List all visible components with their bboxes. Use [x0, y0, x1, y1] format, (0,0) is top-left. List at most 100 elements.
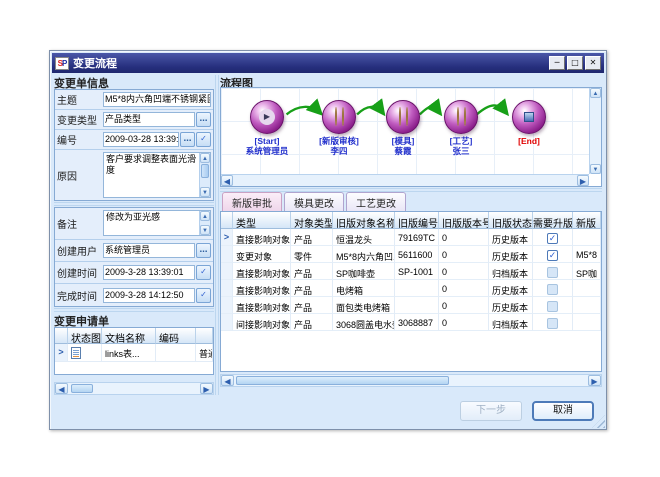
reason-scrollbar[interactable]: ▲ ▼	[199, 153, 210, 197]
needs-upgrade-checkbox[interactable]: ✓	[547, 250, 558, 261]
scroll-down-icon[interactable]: ▼	[590, 164, 601, 174]
meta-form: 备注 修改为亚光感 ▲ ▼ 创建用户 系统管理员 …	[54, 207, 214, 307]
number-input[interactable]: 2009-03-28 13:39:01	[103, 132, 179, 147]
tab-craft-change[interactable]: 工艺更改	[346, 192, 406, 211]
table-row[interactable]: 直接影响对象 产品 面包类电烤箱 0 历史版本	[221, 297, 601, 314]
scroll-down-icon[interactable]: ▼	[200, 225, 210, 235]
status-icon-column[interactable]: 状态图	[68, 328, 102, 344]
flow-hscrollbar[interactable]: ◀ ▶	[221, 174, 589, 186]
finish-time-label: 完成时间	[57, 288, 103, 303]
node-assignee: 李四	[330, 146, 347, 156]
remark-scrollbar[interactable]: ▲ ▼	[199, 211, 210, 235]
reason-textarea[interactable]: 客户要求调整表面光滑度 ▲ ▼	[103, 152, 211, 198]
dialog-client-area: 变更单信息 主题 M5*8内六角凹端不锈钢紧固螺钉 变更类型 产品类型 … 编号…	[54, 75, 602, 425]
subject-input[interactable]: M5*8内六角凹端不锈钢紧固螺钉	[103, 92, 211, 107]
scroll-left-icon[interactable]: ◀	[55, 383, 68, 394]
tab-mold-change[interactable]: 模具更改	[284, 192, 344, 211]
title-bar[interactable]: SP 变更流程 ─ □ ✕	[52, 53, 604, 73]
row-selector	[221, 246, 233, 263]
flow-diagram-canvas[interactable]: ▶ [Start]系统管理员 [新版审核]李四 [模具]蔡霞 [工艺]张三	[220, 87, 602, 187]
impact-table-header: 类型 对象类型 旧版对象名称 旧版编号 旧版版本号 旧版状态 需要升版 新版	[221, 212, 601, 229]
upgrade-column[interactable]: 需要升版	[533, 212, 573, 229]
next-button[interactable]: 下一步	[460, 401, 522, 421]
scroll-right-icon[interactable]: ▶	[200, 383, 213, 394]
number-row: 编号 2009-03-28 13:39:01 … ✓	[55, 130, 213, 150]
dialog-footer: 下一步 取消	[54, 395, 602, 427]
node-label: [新版审核]	[319, 136, 359, 146]
creator-row: 创建用户 系统管理员 …	[55, 240, 213, 262]
old-name-column[interactable]: 旧版对象名称	[333, 212, 395, 229]
flow-node-craft[interactable]: [工艺]张三	[431, 100, 491, 156]
reason-row: 原因 客户要求调整表面光滑度 ▲ ▼	[55, 150, 213, 200]
number-browse-button[interactable]: …	[180, 132, 195, 147]
creator-input[interactable]: 系统管理员	[103, 243, 195, 258]
finish-time-check-button[interactable]: ✓	[196, 288, 211, 303]
request-group-title: 变更申请单	[54, 313, 214, 327]
scroll-up-icon[interactable]: ▲	[200, 153, 210, 163]
scroll-thumb[interactable]	[71, 384, 93, 393]
change-type-label: 变更类型	[57, 112, 103, 127]
needs-upgrade-checkbox[interactable]	[547, 301, 558, 312]
flow-vscrollbar[interactable]: ▲ ▼	[589, 88, 601, 174]
table-row[interactable]: 间接影响对象 产品 3068圆盖电水壶 3068887 0 归档版本	[221, 314, 601, 331]
number-label: 编号	[57, 132, 103, 147]
scroll-thumb[interactable]	[201, 164, 209, 178]
doc-name-cell: links表...	[102, 344, 156, 362]
scroll-right-icon[interactable]: ▶	[588, 375, 601, 386]
request-table-row[interactable]: > links表... 普通	[55, 344, 213, 362]
creator-browse-button[interactable]: …	[196, 243, 211, 258]
new-version-column[interactable]: 新版	[573, 212, 601, 229]
old-number-column[interactable]: 旧版编号	[395, 212, 439, 229]
needs-upgrade-checkbox[interactable]: ✓	[547, 233, 558, 244]
old-status-column[interactable]: 旧版状态	[489, 212, 533, 229]
change-type-browse-button[interactable]: …	[196, 112, 211, 127]
table-row[interactable]: 直接影响对象 产品 电烤箱 0 历史版本	[221, 280, 601, 297]
finish-time-row: 完成时间 2009-3-28 14:12:50 ✓	[55, 284, 213, 306]
table-row[interactable]: 直接影响对象 产品 SP咖啡壶 SP-1001 0 归档版本 SP咖	[221, 263, 601, 280]
close-button[interactable]: ✕	[585, 56, 601, 70]
flow-node-start[interactable]: ▶ [Start]系统管理员	[237, 100, 297, 156]
flow-node-review[interactable]: [新版审核]李四	[309, 100, 369, 156]
node-label: [Start]	[254, 136, 279, 146]
type-column[interactable]: 类型	[233, 212, 291, 229]
impact-table-hscrollbar[interactable]: ◀ ▶	[220, 374, 602, 387]
create-time-check-button[interactable]: ✓	[196, 265, 211, 280]
doc-name-column[interactable]: 文档名称	[102, 328, 156, 344]
maximize-button[interactable]: □	[567, 56, 583, 70]
create-time-input[interactable]: 2009-3-28 13:39:01	[103, 265, 195, 280]
cancel-button[interactable]: 取消	[532, 401, 594, 421]
scroll-down-icon[interactable]: ▼	[200, 187, 210, 197]
app-icon: SP	[55, 57, 69, 70]
flow-node-mold[interactable]: [模具]蔡霞	[373, 100, 433, 156]
minimize-button[interactable]: ─	[549, 56, 565, 70]
table-row[interactable]: > 直接影响对象 产品 恒温龙头 79169TC 0 历史版本 ✓	[221, 229, 601, 246]
document-icon	[71, 347, 81, 359]
code-column[interactable]: 编码	[156, 328, 196, 344]
scroll-thumb[interactable]	[236, 376, 449, 385]
users-orb-icon	[444, 100, 478, 134]
create-time-row: 创建时间 2009-3-28 13:39:01 ✓	[55, 262, 213, 284]
node-label: [模具]	[392, 136, 415, 146]
remark-label: 备注	[57, 216, 103, 231]
number-check-button[interactable]: ✓	[196, 132, 211, 147]
change-type-input[interactable]: 产品类型	[103, 112, 195, 127]
scroll-right-icon[interactable]: ▶	[577, 175, 589, 186]
tab-bar: 新版审批 模具更改 工艺更改	[220, 193, 602, 211]
needs-upgrade-checkbox[interactable]	[547, 284, 558, 295]
request-hscrollbar[interactable]: ◀ ▶	[54, 382, 214, 395]
needs-upgrade-checkbox[interactable]	[547, 318, 558, 329]
table-row[interactable]: 变更对象 零件 M5*8内六角凹... 5611600 0 历史版本 ✓ M5*…	[221, 246, 601, 263]
scroll-up-icon[interactable]: ▲	[200, 211, 210, 221]
scroll-up-icon[interactable]: ▲	[590, 88, 601, 98]
remark-textarea[interactable]: 修改为亚光感 ▲ ▼	[103, 210, 211, 236]
old-version-column[interactable]: 旧版版本号	[439, 212, 489, 229]
window-title: 变更流程	[73, 55, 547, 71]
tab-new-version-review[interactable]: 新版审批	[222, 192, 282, 211]
object-type-column[interactable]: 对象类型	[291, 212, 333, 229]
scroll-left-icon[interactable]: ◀	[221, 175, 233, 186]
finish-time-input[interactable]: 2009-3-28 14:12:50	[103, 288, 195, 303]
subject-row: 主题 M5*8内六角凹端不锈钢紧固螺钉	[55, 90, 213, 110]
flow-node-end[interactable]: [End]	[499, 100, 559, 146]
scroll-left-icon[interactable]: ◀	[221, 375, 234, 386]
needs-upgrade-checkbox[interactable]	[547, 267, 558, 278]
